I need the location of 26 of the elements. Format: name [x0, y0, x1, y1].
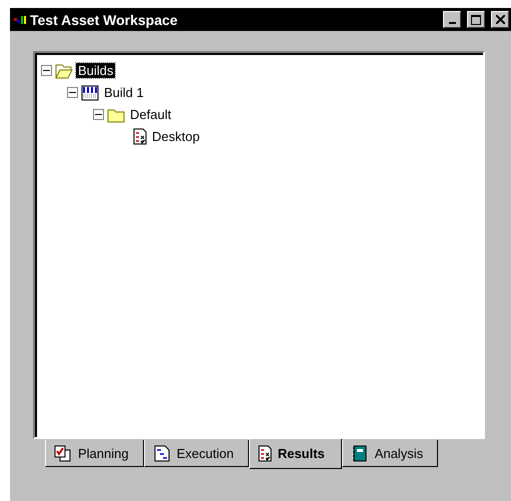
tree-item[interactable]: Build 1 — [102, 84, 146, 100]
maximize-button[interactable] — [467, 11, 485, 28]
tree-item[interactable]: Desktop — [150, 128, 202, 144]
open-folder-icon — [55, 62, 73, 78]
maximize-icon — [471, 14, 481, 24]
checklist-icon — [133, 128, 147, 144]
close-icon — [496, 15, 504, 24]
tree-item[interactable]: Builds — [76, 62, 116, 78]
minimize-button[interactable] — [443, 11, 461, 28]
app-icon — [14, 16, 26, 24]
checklist-icon — [258, 445, 272, 462]
collapse-toggle[interactable] — [93, 108, 104, 120]
tab[interactable]: Planning — [45, 440, 144, 467]
close-button[interactable] — [491, 11, 509, 28]
tab[interactable]: Analysis — [342, 440, 438, 467]
notebook-icon — [350, 444, 369, 462]
collapse-toggle[interactable] — [67, 86, 78, 98]
collapse-toggle[interactable] — [41, 64, 52, 76]
minimize-icon — [448, 22, 456, 24]
tab[interactable]: Execution — [144, 440, 249, 467]
calendar-icon — [81, 84, 99, 100]
window-title: Test Asset Workspace — [30, 12, 179, 28]
tab[interactable]: Results — [248, 439, 342, 469]
checked-pages-icon — [54, 444, 72, 462]
document-icon — [152, 444, 171, 462]
tree-item[interactable]: Default — [128, 106, 174, 122]
